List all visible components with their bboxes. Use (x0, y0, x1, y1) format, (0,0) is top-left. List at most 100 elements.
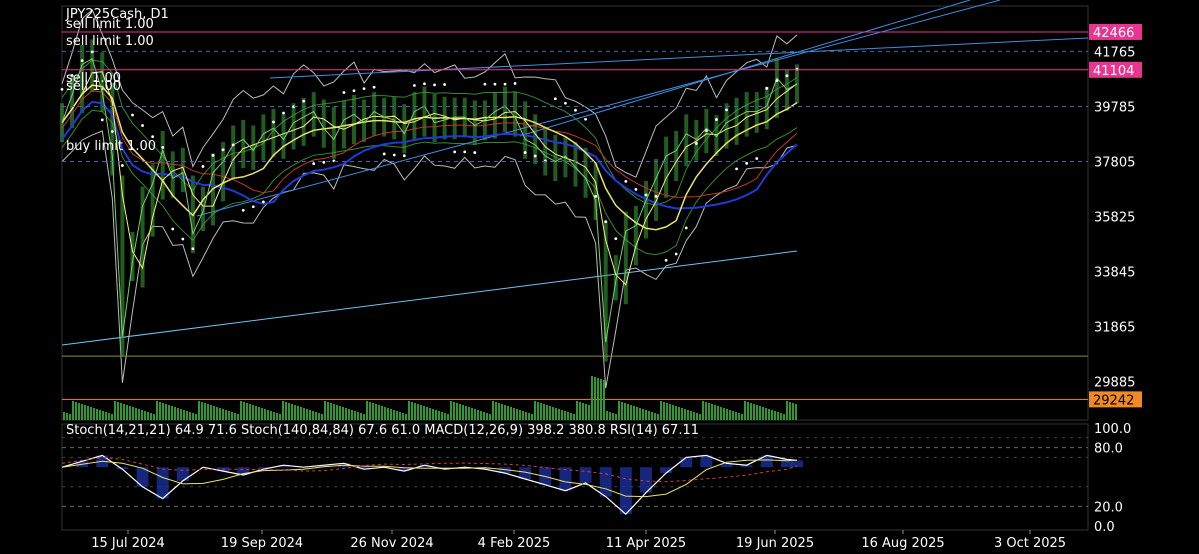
osc-y-tick-label: 100.0 (1094, 422, 1131, 437)
trend-line-lower (61, 250, 798, 346)
sar-dot (322, 160, 326, 164)
trend-line-upper (269, 37, 1089, 79)
macd-histogram-bar (156, 467, 169, 499)
sar-dot (191, 247, 195, 251)
order-label: sell 1.00 (66, 79, 121, 94)
sar-dot (644, 193, 648, 197)
sar-dot (90, 50, 94, 54)
x-tick-label: 19 Jun 2025 (736, 536, 814, 551)
x-tick-label: 26 Nov 2024 (350, 536, 433, 551)
order-label: sell limit 1.00 (66, 34, 154, 49)
sar-dot (785, 74, 789, 78)
sar-dot (241, 208, 245, 212)
y-tick-label: 31865 (1094, 321, 1135, 336)
y-tick-label: 33845 (1094, 265, 1135, 280)
sar-dot (735, 167, 738, 171)
price-line (61, 58, 798, 343)
indicator-bands (61, 9, 798, 389)
osc-y-tick-label: 0.0 (1094, 520, 1115, 535)
oscillator-title: Stoch(14,21,21) 64.9 71.6 Stoch(140,84,8… (66, 423, 699, 438)
macd-histogram-bar (680, 457, 693, 468)
sar-dot (392, 153, 396, 157)
sar-dot (463, 150, 467, 154)
sar-dot (261, 200, 265, 204)
sar-dot (151, 135, 155, 138)
sar-dot (131, 113, 134, 117)
sar-dot (433, 83, 436, 87)
sar-dot (564, 101, 567, 105)
sar-dot (674, 252, 678, 256)
main-pane-frame (61, 5, 1089, 421)
sar-dot (654, 194, 658, 198)
y-tick-label: 37805 (1094, 155, 1135, 170)
y-tick-label: 35825 (1094, 210, 1135, 225)
order-levels: 424664110429242sell limit 1.00sell limit… (62, 17, 1142, 408)
sar-dot (503, 82, 507, 86)
sar-dot (231, 143, 235, 147)
sar-dot (664, 258, 668, 262)
sar-dot (694, 142, 698, 145)
osc-y-tick-label: 20.0 (1094, 500, 1123, 515)
sar-dot (80, 59, 84, 63)
sar-dot (755, 157, 759, 160)
sar-dot (352, 89, 356, 93)
sar-dot (614, 237, 618, 241)
sar-dot (483, 82, 487, 86)
y-tick-label: 29885 (1094, 376, 1135, 391)
sar-dot (362, 87, 366, 91)
sar-dot (302, 99, 306, 103)
sar-dot (684, 226, 688, 230)
price-series (60, 39, 799, 362)
sar-dot (161, 145, 165, 149)
sar-dot (171, 227, 175, 231)
sar-dot (423, 82, 426, 86)
sar-dot (513, 82, 517, 85)
x-tick-label: 16 Aug 2025 (861, 536, 944, 551)
x-tick-label: 11 Apr 2025 (606, 536, 686, 551)
x-tick-label: 4 Feb 2025 (478, 536, 551, 551)
sar-dot (312, 162, 316, 166)
sar-dot (493, 82, 497, 86)
sar-dot (251, 205, 255, 209)
sar-dot (775, 79, 779, 83)
sar-dot (221, 148, 225, 152)
price-tag-label: 41104 (1093, 64, 1134, 79)
sar-dot (624, 179, 628, 183)
chart-canvas: 424664110429242sell limit 1.00sell limit… (60, 0, 1142, 551)
sar-dot (60, 87, 64, 91)
sar-dot (402, 154, 406, 158)
sar-dot (553, 97, 557, 101)
osc-pane-frame (61, 423, 1089, 531)
sar-dot (765, 86, 769, 90)
y-tick-label: 41765 (1094, 45, 1135, 60)
sar-dot (443, 83, 447, 86)
sar-dot (473, 151, 477, 154)
sar-dot (594, 194, 598, 198)
sar-dot (372, 85, 376, 89)
volume-bars (63, 376, 797, 420)
sar-dot (523, 151, 527, 154)
macd-histogram-bar (176, 467, 189, 481)
macd-histogram-bar (559, 467, 572, 491)
sar-dot (715, 118, 718, 121)
macd-histogram-bar (579, 467, 592, 483)
macd-histogram-bar (619, 467, 632, 515)
sar-dot (745, 161, 749, 165)
sar-dot (574, 108, 577, 112)
sar-dot (121, 164, 124, 167)
sar-dot (181, 237, 185, 241)
sar-dot (412, 84, 416, 87)
sar-dot (634, 187, 638, 191)
sar-dot (382, 152, 386, 156)
x-tick-label: 3 Oct 2025 (994, 536, 1066, 551)
sar-dot (272, 120, 275, 124)
oscillator-pane: 100.0 80.0 20.0 0.0 Stoch(14,21,21) 64.9 71.… (61, 422, 1131, 535)
sar-dot (110, 130, 114, 133)
osc-y-tick-label: 80.0 (1094, 442, 1123, 457)
price-tag-label: 42466 (1093, 26, 1134, 41)
sar-dot (533, 154, 537, 158)
macd-histogram-bar (599, 467, 612, 497)
sar-dot (704, 129, 708, 133)
sar-dot (282, 111, 285, 115)
sar-dot (211, 153, 215, 157)
